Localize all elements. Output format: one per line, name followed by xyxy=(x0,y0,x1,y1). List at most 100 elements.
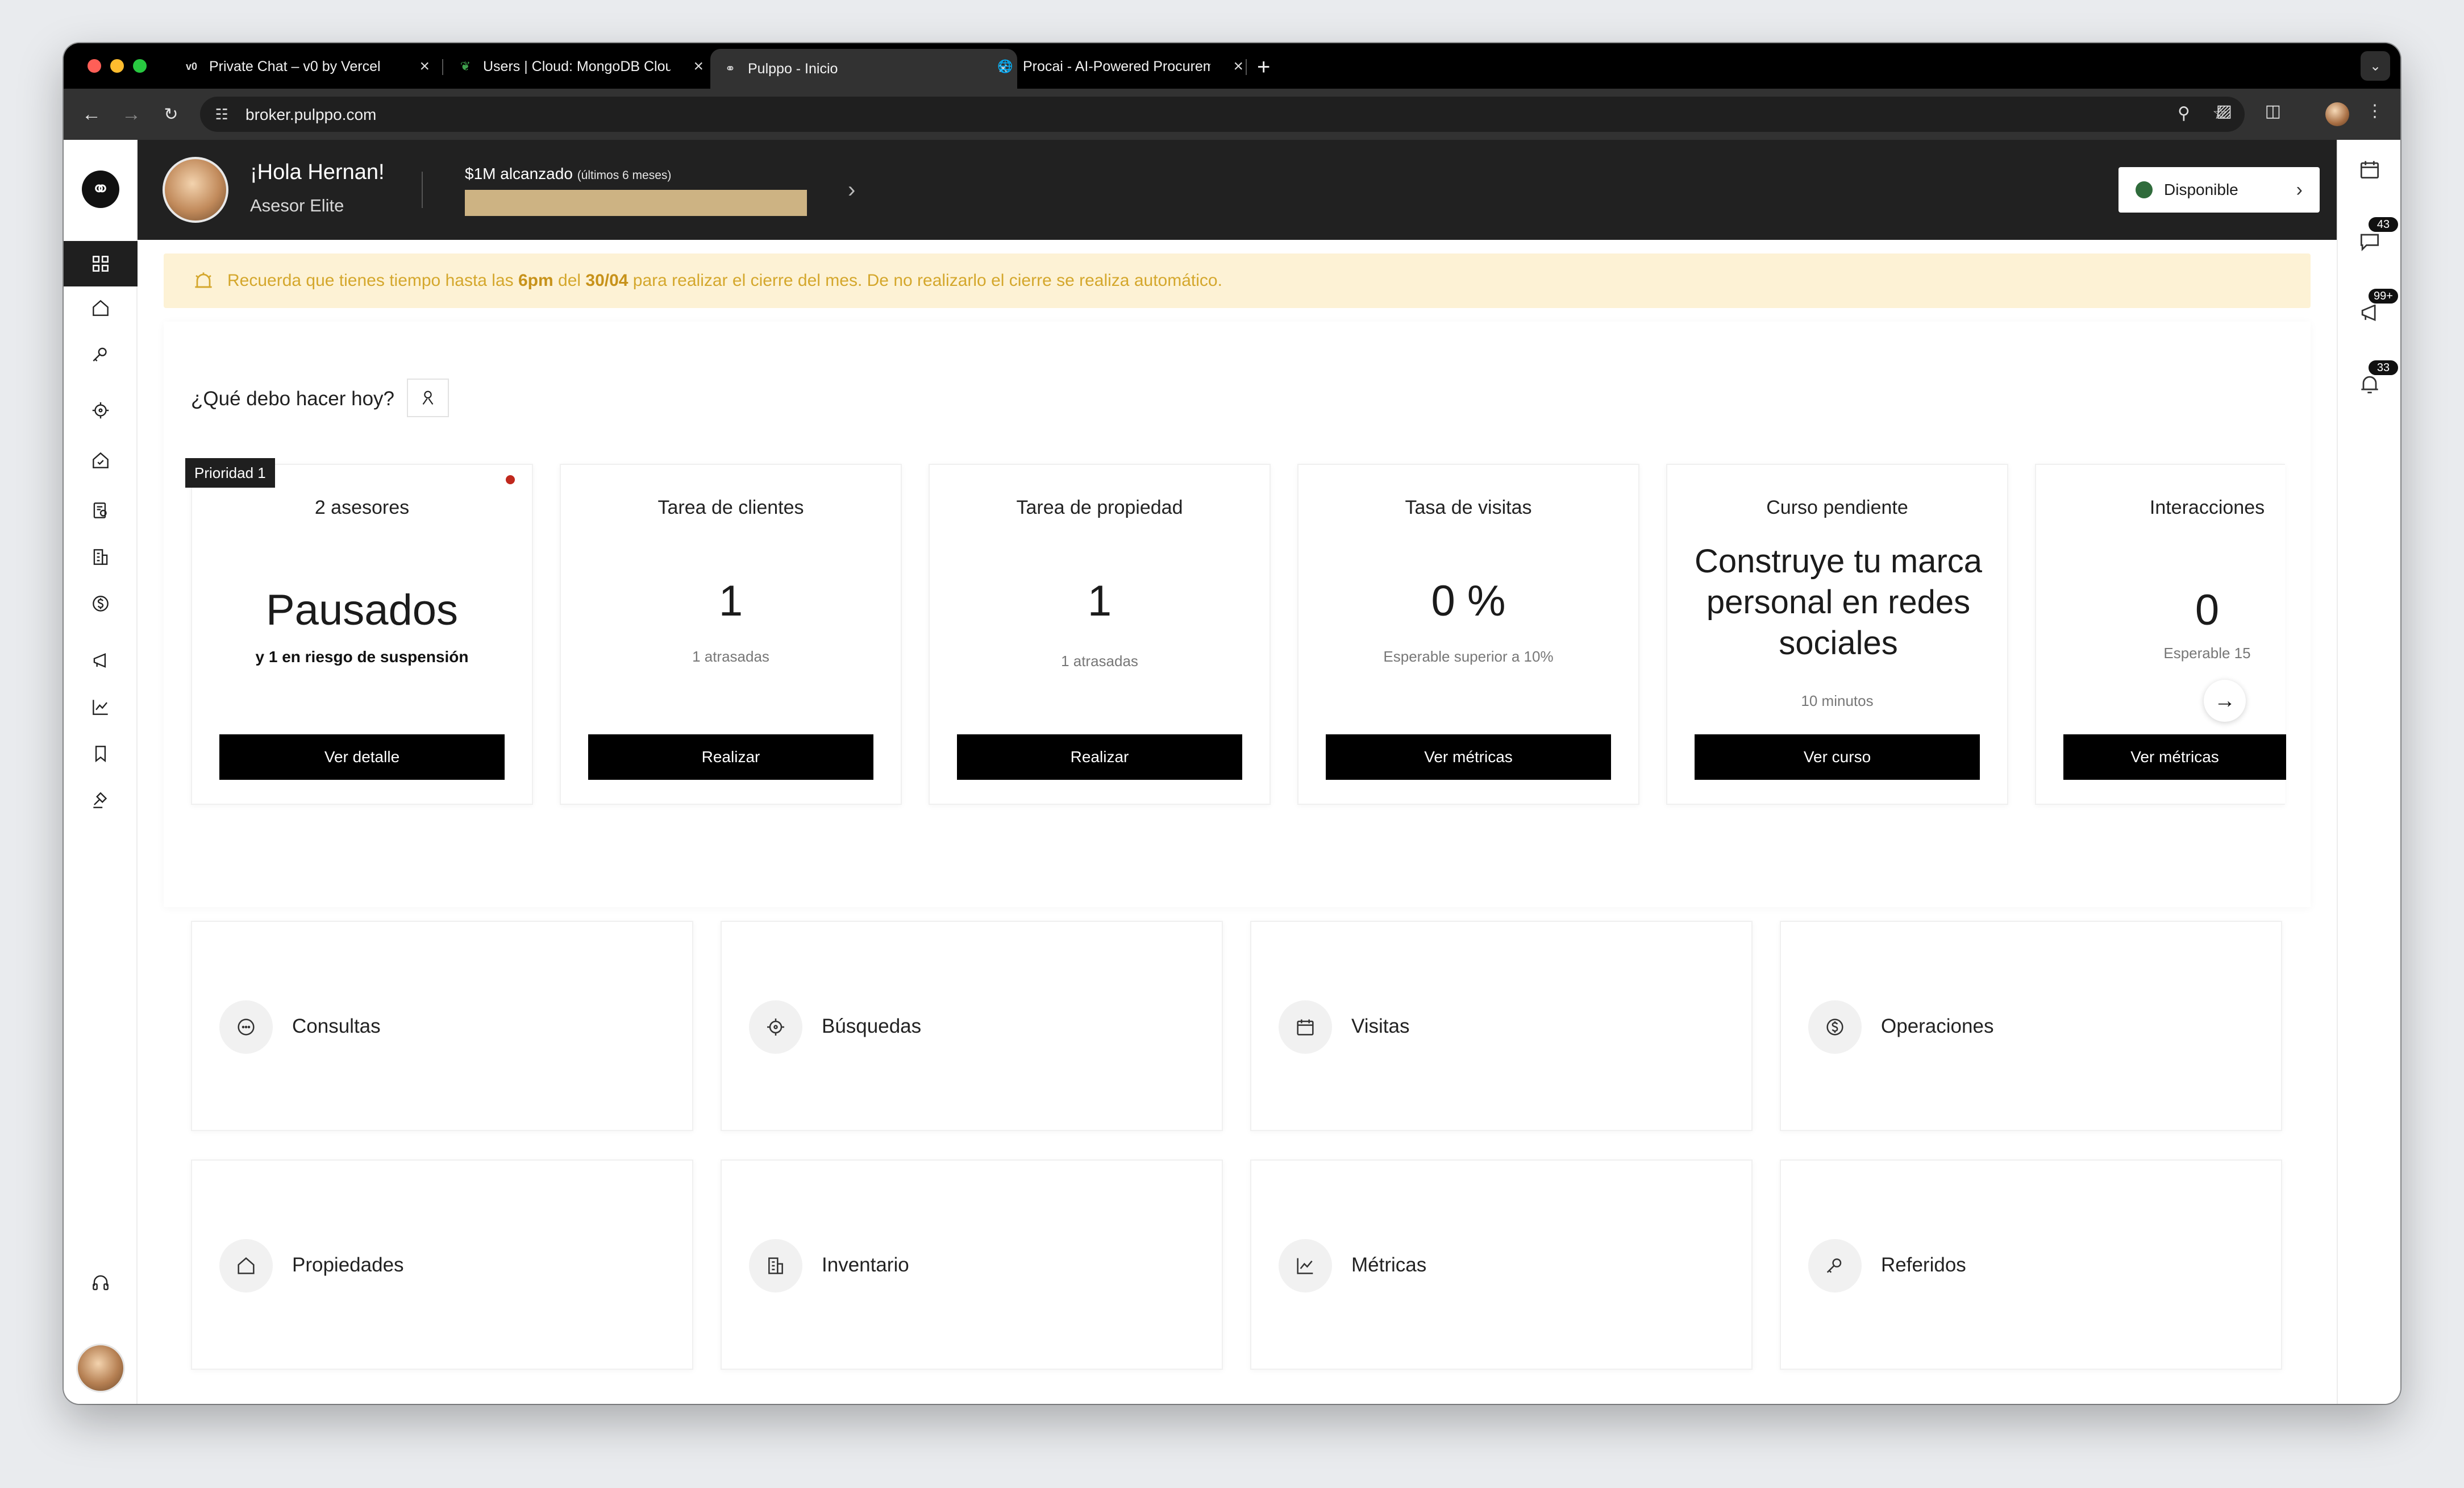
header-divider xyxy=(422,172,423,208)
gavel-icon xyxy=(93,792,107,808)
web-page: ⚭ ¡Hola Hernan! Asesor Elite $1M alcanza… xyxy=(64,140,2400,1404)
location-pin-icon[interactable]: ⚲ xyxy=(2178,103,2190,123)
reload-icon[interactable]: ↻ xyxy=(158,101,184,127)
announcements-button[interactable]: 99+ xyxy=(2357,288,2399,325)
card-title: Tasa de visitas xyxy=(1405,497,1532,518)
close-tab-icon[interactable]: × xyxy=(1233,57,1243,76)
alert-text: Recuerda que tienes tiempo hasta las 6pm… xyxy=(227,271,1222,290)
alarm-icon xyxy=(195,272,212,288)
nav-card-visitas[interactable]: Visitas xyxy=(1250,921,1753,1131)
sidebar-item-keys[interactable] xyxy=(64,332,138,377)
headphones-icon xyxy=(93,1275,109,1290)
header-avatar[interactable] xyxy=(163,157,228,223)
minimize-window-button[interactable] xyxy=(110,59,124,73)
calendar-icon xyxy=(2360,161,2379,179)
browser-tab-v0[interactable]: v0 Private Chat – v0 by Vercel × xyxy=(172,49,439,84)
card-title: 2 asesores xyxy=(314,497,410,518)
nav-card-busquedas[interactable]: Búsquedas xyxy=(721,921,1223,1131)
close-window-button[interactable] xyxy=(88,59,101,73)
dollar-circle-icon xyxy=(1826,1019,1843,1036)
sidebar-item-auction[interactable] xyxy=(64,778,138,823)
nav-label: Búsquedas xyxy=(822,1015,922,1037)
user-avatar[interactable] xyxy=(76,1344,125,1393)
card-value: 1 xyxy=(718,577,743,625)
task-card-pending-course: Curso pendiente Construye tu marca perso… xyxy=(1666,464,2008,805)
availability-button[interactable]: Disponible › xyxy=(2118,167,2320,213)
nav-card-metricas[interactable]: Métricas xyxy=(1250,1159,1753,1370)
goal-period: (últimos 6 meses) xyxy=(577,169,672,182)
notifications-button[interactable]: 33 xyxy=(2357,359,2399,397)
nav-card-inventario[interactable]: Inventario xyxy=(721,1159,1223,1370)
nav-card-referidos[interactable]: Referidos xyxy=(1780,1159,2282,1370)
home-icon xyxy=(93,300,109,316)
view-detail-button[interactable]: Ver detalle xyxy=(219,734,505,780)
extensions-puzzle-icon[interactable]: ▨ xyxy=(2216,101,2232,121)
sidebar-item-dashboard[interactable] xyxy=(64,241,138,286)
close-tab-icon[interactable]: × xyxy=(693,57,704,76)
nav-label: Consultas xyxy=(292,1015,381,1037)
browser-tab-procai[interactable]: 🌐 Procai - AI-Powered Procurement × xyxy=(985,49,1252,84)
perform-button[interactable]: Realizar xyxy=(957,734,1242,780)
sidebar-item-searches[interactable] xyxy=(64,388,138,433)
sidebar-item-operations[interactable] xyxy=(64,581,138,626)
chart-line-icon xyxy=(1297,1258,1313,1274)
home-icon xyxy=(238,1257,255,1274)
task-card-client-tasks: Tarea de clientes 1 1 atrasadas Realizar xyxy=(560,464,902,805)
left-sidebar: ⚭ xyxy=(64,140,138,1404)
tab-search-chevron-icon[interactable]: ⌄ xyxy=(2361,51,2390,81)
calendar-button[interactable] xyxy=(2357,157,2382,182)
card-value: 1 xyxy=(1087,577,1112,625)
greeting: ¡Hola Hernan! xyxy=(250,160,385,184)
sidebar-item-support[interactable] xyxy=(64,1260,138,1305)
view-metrics-button[interactable]: Ver métricas xyxy=(1326,734,1611,780)
sidebar-item-saved[interactable] xyxy=(64,731,138,776)
site-settings-icon[interactable]: ☷ xyxy=(211,104,232,124)
pulppo-icon: ⚭ xyxy=(725,61,736,76)
card-title: Tarea de propiedad xyxy=(1016,497,1183,518)
sidebar-item-home[interactable] xyxy=(64,285,138,331)
card-title: Interacciones xyxy=(2149,497,2265,518)
task-card-property-tasks: Tarea de propiedad 1 1 atrasadas Realiza… xyxy=(929,464,1271,805)
address-bar[interactable]: ☷ broker.pulppo.com ⚲ ☆ xyxy=(200,97,2245,132)
nav-card-consultas[interactable]: Consultas xyxy=(191,921,693,1131)
announcements-badge: 99+ xyxy=(2367,288,2399,305)
close-tab-icon[interactable]: × xyxy=(419,57,430,76)
view-course-button[interactable]: Ver curso xyxy=(1695,734,1980,780)
chevron-right-icon[interactable]: › xyxy=(848,177,855,203)
arrow-right-icon[interactable]: → xyxy=(2204,680,2246,722)
view-metrics-button[interactable]: Ver métricas xyxy=(2063,734,2286,780)
advisor-filter-button[interactable] xyxy=(407,379,449,417)
browser-tab-pulppo[interactable]: ⚭ Pulppo - Inicio × xyxy=(710,49,1017,89)
sidebar-item-home-check[interactable] xyxy=(64,438,138,483)
grid-icon xyxy=(93,256,109,272)
pulppo-logo[interactable]: ⚭ xyxy=(82,171,119,208)
back-arrow-icon[interactable]: ← xyxy=(78,101,105,127)
sidebar-item-marketing[interactable] xyxy=(64,638,138,683)
kebab-menu-icon[interactable]: ⋮ xyxy=(2366,101,2383,121)
browser-tab-mongodb[interactable]: ❦ Users | Cloud: MongoDB Cloud × xyxy=(446,49,713,84)
nav-icon-wrap xyxy=(219,1000,273,1054)
nav-icon-wrap xyxy=(1808,1000,1862,1054)
bookmark-icon xyxy=(95,746,106,763)
nav-card-propiedades[interactable]: Propiedades xyxy=(191,1159,693,1370)
tab-title: Users | Cloud: MongoDB Cloud xyxy=(483,58,671,74)
profile-avatar[interactable] xyxy=(2325,102,2349,126)
forward-arrow-icon[interactable]: → xyxy=(118,101,144,127)
reading-list-icon[interactable]: ◫ xyxy=(2265,101,2281,121)
card-value: 0 xyxy=(2195,586,2220,634)
card-subtitle: Esperable superior a 10% xyxy=(1383,648,1554,665)
maximize-window-button[interactable] xyxy=(133,59,147,73)
sidebar-item-inventory[interactable] xyxy=(64,534,138,580)
perform-button[interactable]: Realizar xyxy=(588,734,873,780)
sidebar-item-documents[interactable] xyxy=(64,488,138,533)
task-card-visit-rate: Tasa de visitas 0 % Esperable superior a… xyxy=(1297,464,1639,805)
messages-button[interactable]: 43 xyxy=(2357,216,2399,253)
tab-title: Procai - AI-Powered Procurement xyxy=(1023,58,1210,74)
nav-icon-wrap xyxy=(219,1239,273,1292)
address-url: broker.pulppo.com xyxy=(245,106,377,123)
home-check-icon xyxy=(93,452,109,468)
nav-card-operaciones[interactable]: Operaciones xyxy=(1780,921,2282,1131)
sidebar-item-metrics[interactable] xyxy=(64,684,138,730)
v0-icon: v0 xyxy=(185,60,198,72)
new-tab-icon[interactable]: + xyxy=(1257,55,1270,80)
